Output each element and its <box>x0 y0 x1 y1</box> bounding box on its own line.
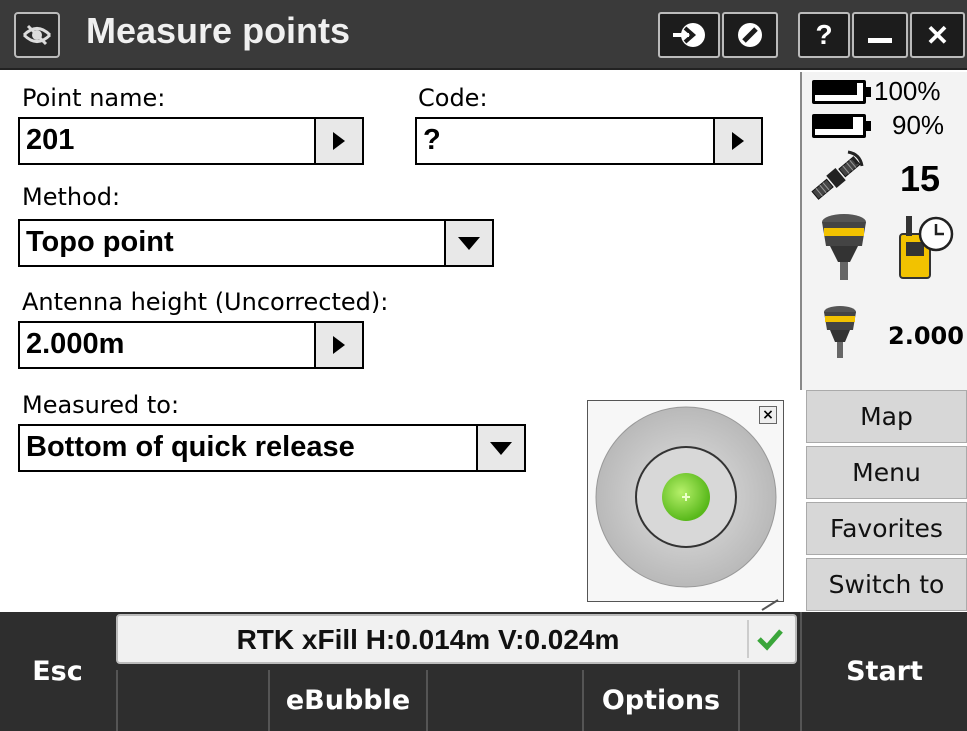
satellite-count: 15 <box>900 158 941 199</box>
no-entry-icon[interactable] <box>722 12 778 58</box>
method-value: Topo point <box>26 226 174 258</box>
antenna-height-field[interactable]: 2.000m <box>18 321 364 369</box>
options-button[interactable]: Options <box>582 670 738 731</box>
check-icon <box>747 620 791 658</box>
softkey-empty-3 <box>738 670 800 731</box>
point-name-label: Point name: <box>22 84 166 112</box>
controller-timer-icon[interactable] <box>896 212 956 280</box>
help-button[interactable]: ? <box>798 12 850 58</box>
title-bar: Measure points ? ✕ <box>0 0 967 70</box>
close-button[interactable]: ✕ <box>910 12 965 58</box>
login-icon[interactable] <box>658 12 720 58</box>
start-button[interactable]: Start <box>800 612 967 731</box>
method-select[interactable]: Topo point <box>18 219 494 267</box>
solution-status-text: RTK xFill H:0.014m V:0.024m <box>236 624 620 655</box>
menu-button[interactable]: Menu <box>806 446 967 499</box>
ebubble-panel[interactable]: × <box>587 400 784 602</box>
chevron-down-icon <box>458 236 480 250</box>
measured-to-label: Measured to: <box>22 391 180 419</box>
antenna-icon <box>824 306 856 358</box>
battery-icon[interactable] <box>812 80 872 104</box>
antenna-height-value: 2.000m <box>26 328 125 360</box>
method-label: Method: <box>22 183 121 211</box>
code-arrow-button[interactable] <box>713 119 761 163</box>
gnss-receiver-icon[interactable] <box>820 212 868 282</box>
arrow-right-icon <box>333 132 345 150</box>
switch-to-button[interactable]: Switch to <box>806 558 967 611</box>
point-name-field[interactable]: 201 <box>18 117 364 165</box>
satellite-icon[interactable] <box>806 148 866 208</box>
point-name-arrow-button[interactable] <box>314 119 362 163</box>
code-value: ? <box>423 124 441 156</box>
minimize-button[interactable] <box>852 12 908 58</box>
resize-grip-icon <box>761 599 779 611</box>
arrow-right-icon <box>333 336 345 354</box>
app-logo-icon[interactable] <box>14 12 60 58</box>
code-label: Code: <box>418 84 488 112</box>
battery-2-percent: 90% <box>892 110 945 140</box>
esc-button[interactable]: Esc <box>0 612 115 731</box>
antenna-height-arrow-button[interactable] <box>314 323 362 367</box>
minimize-icon <box>868 37 892 43</box>
softkey-empty-1 <box>116 670 268 731</box>
measured-to-value: Bottom of quick release <box>26 431 355 463</box>
antenna-height-readout: 2.000 <box>888 322 964 350</box>
point-name-value: 201 <box>26 124 75 156</box>
solution-status[interactable]: RTK xFill H:0.014m V:0.024m <box>116 614 797 664</box>
favorites-button[interactable]: Favorites <box>806 502 967 555</box>
bubble-level-icon <box>595 406 777 588</box>
page-title: Measure points <box>86 10 351 51</box>
antenna-height-label: Antenna height (Uncorrected): <box>22 288 389 316</box>
chevron-down-icon <box>490 441 512 455</box>
code-field[interactable]: ? <box>415 117 763 165</box>
battery-1-percent: 100% <box>874 76 941 106</box>
ebubble-button[interactable]: eBubble <box>268 670 426 731</box>
measured-to-select[interactable]: Bottom of quick release <box>18 424 526 472</box>
arrow-right-icon <box>732 132 744 150</box>
map-button[interactable]: Map <box>806 390 967 443</box>
method-dropdown-button[interactable] <box>444 221 492 265</box>
measured-to-dropdown-button[interactable] <box>476 426 524 470</box>
battery-icon[interactable] <box>812 114 872 138</box>
softkey-empty-2 <box>426 670 582 731</box>
